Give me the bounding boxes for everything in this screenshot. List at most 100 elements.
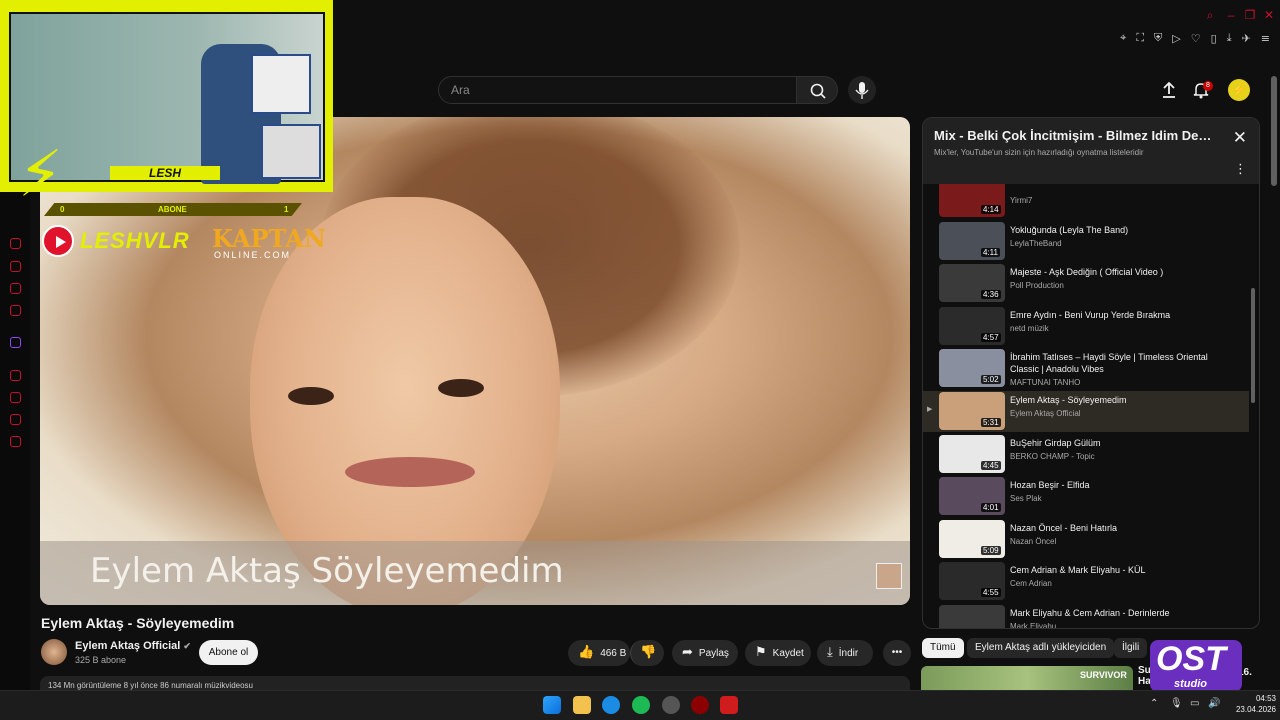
channel-subscribers: 325 B abone xyxy=(75,655,127,665)
playlist-item[interactable]: 5:09 Nazan Öncel - Beni Hatırla Nazan Önce… xyxy=(923,519,1249,560)
thumbs-up-icon: 👍 xyxy=(578,645,595,660)
subscribe-button[interactable]: Abone ol xyxy=(199,640,258,665)
account-avatar[interactable]: ⚡ xyxy=(1228,79,1250,101)
playlist-item-duration: 4:36 xyxy=(981,290,1001,300)
play-icon[interactable]: ▷ xyxy=(1172,32,1180,45)
upload-button[interactable] xyxy=(1159,80,1179,100)
ost-logo-sub: studio xyxy=(1174,678,1207,690)
start-windows-icon[interactable] xyxy=(543,696,561,714)
playlist-item[interactable]: 5:02 İbrahim Tatlıses – Haydi Söyle | Tim… xyxy=(923,348,1249,389)
microphone-tray-icon[interactable]: 🎙 xyxy=(1170,698,1183,709)
clock-date: 23.04.2026 xyxy=(1235,705,1276,714)
playlist-item[interactable]: 4:11 Yokluğunda (Leyla The Band) LeylaTheB… xyxy=(923,221,1249,262)
sidebar-gallery-icon[interactable] xyxy=(10,305,21,316)
tray-chevron-icon[interactable]: ⌃ xyxy=(1150,698,1158,709)
download-icon[interactable]: ⤓ xyxy=(1227,31,1232,45)
search-button[interactable] xyxy=(796,76,838,104)
chip-from-uploader[interactable]: Eylem Aktaş adlı yükleyiciden xyxy=(967,638,1115,658)
edge-browser-icon[interactable] xyxy=(602,696,620,714)
sidebar-cube-icon[interactable] xyxy=(10,414,21,425)
channel-avatar[interactable] xyxy=(41,639,67,665)
playlist-item[interactable]: 7:00Mark Eliyahu & Cem Adrian - Derinler… xyxy=(923,604,1249,628)
playlist-item-title[interactable]: Hozan Beşir - Elfida xyxy=(1010,479,1220,491)
menu-icon[interactable]: ≡ xyxy=(1261,32,1270,45)
playlist-item-thumbnail[interactable] xyxy=(939,605,1005,628)
playlist-scrollbar[interactable] xyxy=(1251,193,1255,623)
channel-watermark[interactable] xyxy=(876,563,902,589)
playlist-items: 4:14 Yirmi7 4:11 Yokluğunda (Leyla The Band… xyxy=(923,184,1259,628)
page-scrollbar[interactable] xyxy=(1271,76,1277,186)
wallet-icon[interactable]: ▯ xyxy=(1211,32,1217,45)
channel-name[interactable]: Eylem Aktaş Official ✔ xyxy=(75,640,191,652)
playlist-item[interactable]: ▶ 5:31 Eylem Aktaş - Söyleyemedim Eylem Akt… xyxy=(923,391,1249,432)
chip-related[interactable]: İlgili xyxy=(1114,638,1148,658)
sidebar-clock-icon[interactable] xyxy=(10,392,21,403)
playlist-item[interactable]: 4:55 Cem Adrian & Mark Eliyahu - KÜL Cem A… xyxy=(923,561,1249,602)
playlist-item[interactable]: 4:01 Hozan Beşir - Elfida Ses Plak xyxy=(923,476,1249,517)
playlist-item-title[interactable]: Mark Eliyahu & Cem Adrian - Derinlerde xyxy=(1010,607,1220,619)
opera-gx-icon[interactable] xyxy=(691,696,709,714)
voice-search-button[interactable] xyxy=(848,76,876,104)
playlist-title[interactable]: Mix - Belki Çok İncitmişim - Bilmez Idim… xyxy=(934,128,1214,143)
video-title: Eylem Aktaş - Söyleyemedim xyxy=(41,615,235,631)
search-input[interactable]: Ara xyxy=(438,76,798,104)
notification-badge: 8 xyxy=(1203,81,1213,91)
playlist-item[interactable]: 4:45 BuŞehir Girdap Gülüm BERKO CHAMP - To… xyxy=(923,434,1249,475)
spotify-icon[interactable] xyxy=(632,696,650,714)
app-icon[interactable] xyxy=(720,696,738,714)
maximize-icon[interactable]: ❐ xyxy=(1243,8,1257,22)
playlist-item[interactable]: 4:36 Majeste - Aşk Dediğin ( Official Vid… xyxy=(923,263,1249,304)
dislike-button[interactable]: 👎 xyxy=(630,640,664,666)
shield-icon[interactable]: ⛨ xyxy=(1154,31,1162,45)
description-box[interactable]: 134 Mn görüntüleme 8 yıl önce 86 numaral… xyxy=(40,676,910,690)
like-count: 466 B xyxy=(600,648,627,659)
playlist-item-title[interactable]: Nazan Öncel - Beni Hatırla xyxy=(1010,522,1220,534)
more-actions-button[interactable]: ••• xyxy=(883,640,911,666)
upload-icon xyxy=(1163,81,1175,98)
pin-icon[interactable]: ⌖ xyxy=(1120,31,1126,45)
sidebar-heart-icon[interactable] xyxy=(10,283,21,294)
playlist-item-duration: 4:55 xyxy=(981,588,1001,598)
volume-tray-icon[interactable]: 🔊 xyxy=(1208,698,1220,709)
playlist-item-title[interactable]: Majeste - Aşk Dediğin ( Official Video ) xyxy=(1010,266,1220,278)
taskbar-clock[interactable]: 04:53 23.04.2026 xyxy=(1228,693,1276,715)
crop-icon[interactable]: ⛶ xyxy=(1136,31,1144,45)
playlist-item-duration: 4:01 xyxy=(981,503,1001,513)
download-label: İndir xyxy=(838,648,859,659)
sidebar-twitch-icon[interactable] xyxy=(10,337,21,348)
close-window-icon[interactable]: ✕ xyxy=(1262,8,1276,22)
heart-icon[interactable]: ♡ xyxy=(1191,32,1201,45)
like-button[interactable]: 👍 466 B xyxy=(568,640,630,666)
share-button[interactable]: ➦ Paylaş xyxy=(672,640,738,666)
playlist-item[interactable]: 4:14 Yirmi7 xyxy=(923,184,1249,219)
recommended-title-line: Su xyxy=(1138,665,1151,676)
sidebar-history-icon[interactable] xyxy=(10,238,21,249)
playlist-item[interactable]: 4:57 Emre Aydın - Beni Vurup Yerde Bırakm… xyxy=(923,306,1249,347)
ai-icon[interactable]: ✈ xyxy=(1242,32,1251,45)
streamer-tag: LESHVLR xyxy=(80,228,190,253)
download-button[interactable]: ⤓ İndir xyxy=(817,640,873,666)
share-label: Paylaş xyxy=(698,648,729,659)
sidebar-play-icon[interactable] xyxy=(10,370,21,381)
playlist-item-title[interactable]: Eylem Aktaş - Söyleyemedim xyxy=(1010,394,1220,406)
playlist-item-title[interactable]: Cem Adrian & Mark Eliyahu - KÜL xyxy=(1010,564,1220,576)
playlist-item-channel: Poll Production xyxy=(1010,281,1064,291)
screen: ⌕ – ❐ ✕ ⌖ ⛶ ⛨ ▷ ♡ ▯ ⤓ ✈ ≡ Ara 8 ⚡ Eylem … xyxy=(0,0,1280,720)
search-icon[interactable]: ⌕ xyxy=(1203,8,1217,22)
playlist-scrollbar-thumb[interactable] xyxy=(1251,288,1255,403)
obs-icon[interactable] xyxy=(662,696,680,714)
playlist-item-title[interactable]: İbrahim Tatlıses – Haydi Söyle | Timeles… xyxy=(1010,351,1220,375)
chip-all[interactable]: Tümü xyxy=(922,638,964,658)
playlist-more-icon[interactable]: ⋮ xyxy=(1234,162,1247,177)
playlist-item-title[interactable]: Emre Aydın - Beni Vurup Yerde Bırakma xyxy=(1010,309,1220,321)
save-button[interactable]: ⚑ Kaydet xyxy=(745,640,811,666)
display-tray-icon[interactable]: ▭ xyxy=(1190,698,1199,709)
close-playlist-icon[interactable]: ✕ xyxy=(1233,128,1247,148)
sidebar-bag-icon[interactable] xyxy=(10,261,21,272)
playlist-item-title[interactable]: BuŞehir Girdap Gülüm xyxy=(1010,437,1220,449)
sidebar-settings-icon[interactable] xyxy=(10,436,21,447)
minimize-icon[interactable]: – xyxy=(1224,8,1238,22)
file-explorer-icon[interactable] xyxy=(573,696,591,714)
playlist-item-title[interactable]: Yokluğunda (Leyla The Band) xyxy=(1010,224,1220,236)
playlist-item-duration: 4:14 xyxy=(981,205,1001,214)
